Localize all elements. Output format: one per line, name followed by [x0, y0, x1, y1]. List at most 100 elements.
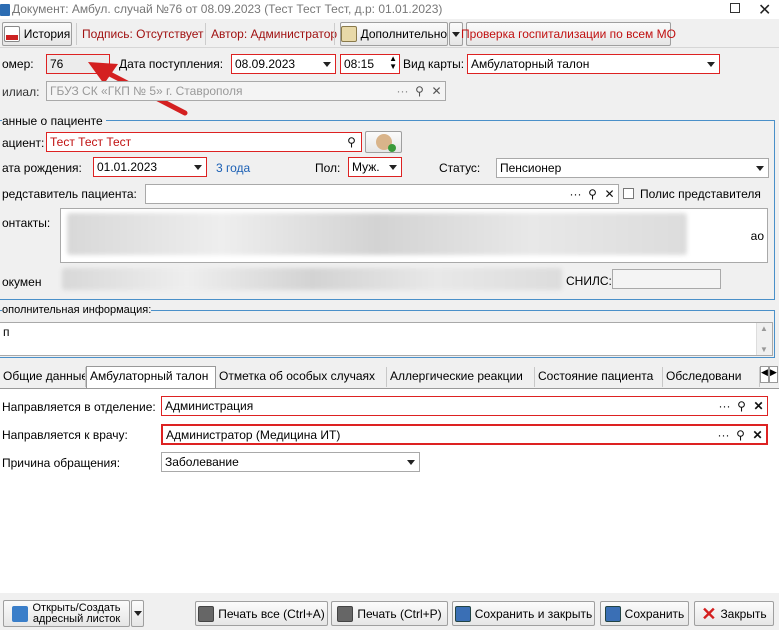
window-title: Документ: Амбул. случай №76 от 08.09.202…	[12, 2, 443, 16]
patient-value: Тест Тест Тест	[50, 135, 132, 149]
additional-scrollbar[interactable]: ▲ ▼	[756, 323, 772, 355]
dept-field[interactable]: Администрация ··· ⚲ ✕	[161, 396, 768, 416]
tab-5[interactable]: Состояние пациента	[535, 367, 663, 387]
additional-textarea[interactable]: п ▲ ▼	[0, 322, 773, 356]
tab-3[interactable]: Отметка об особых случаях	[216, 367, 387, 387]
tab-left-icon[interactable]: ◀	[760, 366, 769, 383]
rep-policy-label: Полис представителя	[640, 187, 761, 201]
ellipsis-icon[interactable]: ···	[715, 427, 732, 443]
patient-field[interactable]: Тест Тест Тест ⚲	[46, 132, 362, 152]
search-icon[interactable]: ⚲	[733, 398, 750, 415]
status-select[interactable]: Пенсионер	[496, 158, 769, 178]
search-icon[interactable]: ⚲	[343, 134, 360, 151]
time-spin-icon[interactable]: ▲ ▼	[389, 55, 397, 71]
tab-panel	[0, 388, 779, 593]
hospital-check-button[interactable]: Проверка госпитализации по всем МО	[461, 22, 676, 46]
ellipsis-icon[interactable]: ···	[716, 398, 733, 415]
maximize-button[interactable]	[730, 3, 740, 13]
sex-label: Пол:	[315, 161, 341, 175]
print-label: Печать (Ctrl+P)	[357, 606, 442, 621]
clear-icon[interactable]: ✕	[601, 186, 618, 203]
card-type-select[interactable]: Амбулаторный талон	[467, 54, 720, 74]
snils-label: СНИЛС:	[566, 274, 612, 288]
patient-group-title: анные о пациенте	[2, 114, 106, 128]
tab-right-icon[interactable]: ▶	[769, 366, 778, 383]
chevron-down-icon[interactable]	[403, 454, 418, 470]
doctor-label: Направляется к врачу:	[2, 428, 128, 442]
document-redacted	[62, 268, 562, 290]
rep-label: редставитель пациента:	[2, 187, 137, 201]
search-icon[interactable]: ⚲	[584, 186, 601, 203]
birth-date-field[interactable]: 01.01.2023	[93, 157, 207, 177]
status-value: Пенсионер	[500, 161, 562, 175]
person-check-icon	[375, 134, 396, 152]
address-sheet-button[interactable]: Открыть/Создать адресный листок	[3, 600, 130, 627]
close-window-button[interactable]: ✕	[758, 0, 771, 20]
ellipsis-icon[interactable]: ···	[567, 186, 584, 203]
history-label: История	[23, 27, 71, 41]
close-icon: ✕	[701, 603, 717, 624]
address-sheet-dropdown[interactable]	[131, 600, 144, 627]
chevron-down-icon[interactable]	[190, 159, 205, 175]
tab-1[interactable]: Общие данные	[0, 367, 86, 387]
close-button[interactable]: ✕ Закрыть	[694, 601, 774, 626]
birth-date-value: 01.01.2023	[97, 160, 158, 174]
more-button[interactable]: Дополнительно	[340, 22, 448, 46]
arrival-time-value: 08:15	[344, 57, 375, 71]
card-type-value: Амбулаторный талон	[471, 57, 590, 71]
doctor-field[interactable]: Администратор (Медицина ИТ) ··· ⚲ ✕	[161, 424, 768, 445]
status-label: Статус:	[439, 161, 481, 175]
clear-icon[interactable]: ✕	[750, 398, 767, 415]
ellipsis-icon[interactable]: ···	[394, 83, 411, 100]
clear-icon[interactable]: ✕	[428, 83, 445, 100]
document-icon	[0, 4, 10, 16]
reason-select[interactable]: Заболевание	[161, 452, 420, 472]
tab-4[interactable]: Аллергические реакции	[387, 367, 535, 387]
clear-icon[interactable]: ✕	[749, 427, 766, 443]
snils-field[interactable]	[612, 269, 721, 289]
arrival-date-value: 08.09.2023	[235, 57, 296, 71]
search-icon[interactable]: ⚲	[732, 427, 749, 443]
contacts-field[interactable]: ао	[60, 208, 768, 263]
search-icon[interactable]: ⚲	[411, 83, 428, 100]
patient-card-button[interactable]	[365, 131, 402, 153]
sex-select[interactable]: Муж.	[348, 157, 402, 177]
print-button[interactable]: Печать (Ctrl+P)	[331, 601, 448, 626]
history-icon	[3, 26, 20, 42]
additional-title: ополнительная информация:	[2, 304, 152, 316]
tab-2[interactable]: Амбулаторный талон	[86, 366, 216, 388]
floppy-icon	[604, 605, 621, 622]
author-label: Автор: Администратор	[211, 27, 338, 41]
tab-6[interactable]: Обследовани	[663, 367, 760, 387]
chevron-down-icon[interactable]	[319, 56, 334, 72]
arrival-time-field[interactable]: 08:15 ▲ ▼	[340, 54, 400, 74]
history-button[interactable]: История	[2, 22, 72, 46]
save-close-label: Сохранить и закрыть	[474, 606, 593, 621]
print-all-button[interactable]: Печать все (Ctrl+A)	[195, 601, 328, 626]
branch-value: ГБУЗ СК «ГКП № 5» г. Ставрополя	[50, 84, 243, 98]
chevron-down-icon[interactable]	[385, 159, 400, 175]
rep-field[interactable]: ··· ⚲ ✕	[145, 184, 619, 204]
print-all-label: Печать все (Ctrl+A)	[218, 606, 325, 621]
number-value: 76	[50, 57, 64, 71]
contacts-label: онтакты:	[2, 216, 51, 230]
arrival-date-field[interactable]: 08.09.2023	[231, 54, 336, 74]
save-button[interactable]: Сохранить	[600, 601, 689, 626]
sex-value: Муж.	[352, 160, 380, 174]
reason-label: Причина обращения:	[2, 456, 121, 470]
contacts-redacted	[67, 213, 687, 255]
clipboard-icon	[341, 26, 357, 42]
close-label: Закрыть	[720, 606, 767, 621]
chevron-down-icon[interactable]	[703, 56, 718, 72]
document-label: окумен	[2, 275, 42, 289]
branch-field: ГБУЗ СК «ГКП № 5» г. Ставрополя ··· ⚲ ✕	[46, 81, 446, 101]
rep-policy-checkbox[interactable]	[623, 188, 634, 199]
save-close-icon	[454, 605, 471, 622]
toolbar: История Подпись: Отсутствует Автор: Адми…	[0, 20, 779, 48]
chevron-down-icon[interactable]	[752, 160, 767, 176]
address-sheet-label: Открыть/Создать адресный листок	[32, 601, 121, 625]
save-close-button[interactable]: Сохранить и закрыть	[452, 601, 595, 626]
reason-value: Заболевание	[165, 455, 239, 469]
tab-scroll: ◀ ▶	[760, 366, 778, 383]
sign-status: Подпись: Отсутствует	[82, 27, 204, 41]
